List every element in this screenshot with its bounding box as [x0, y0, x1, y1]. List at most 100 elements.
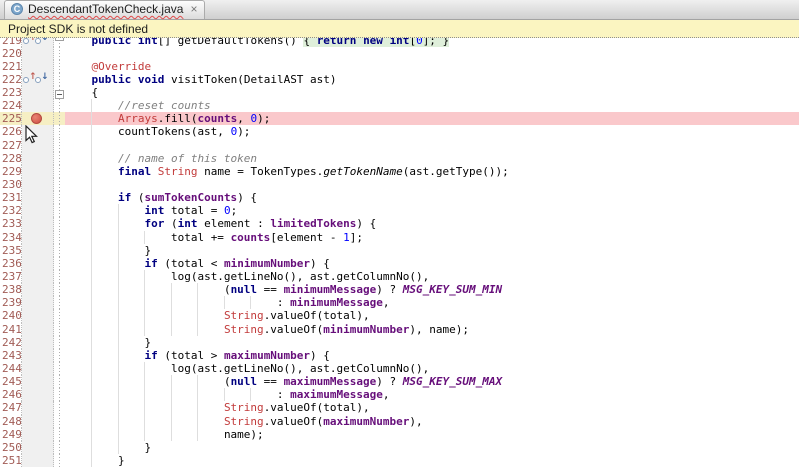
code-line[interactable]: 236if (total < minimumNumber) {	[0, 257, 799, 270]
code-text[interactable]	[65, 139, 799, 152]
code-line[interactable]: 234total += counts[element - 1];	[0, 231, 799, 244]
code-line[interactable]: 220	[0, 47, 799, 60]
code-text[interactable]: name);	[65, 428, 799, 441]
tab-descendanttokencheck[interactable]: C DescendantTokenCheck.java ×	[4, 0, 205, 19]
fold-strip[interactable]	[54, 217, 65, 230]
code-text[interactable]: String.valueOf(maximumNumber),	[65, 415, 799, 428]
code-line[interactable]: 230	[0, 178, 799, 191]
code-text[interactable]: }	[65, 441, 799, 454]
line-number[interactable]: 231	[0, 191, 22, 204]
breakpoint-icon[interactable]	[31, 113, 42, 124]
gutter-icon-strip[interactable]	[22, 362, 54, 375]
fold-collapse-icon[interactable]	[55, 90, 64, 99]
code-text[interactable]: public void visitToken(DetailAST ast)	[65, 73, 799, 86]
code-text[interactable]: String.valueOf(total),	[65, 401, 799, 414]
line-number[interactable]: 242	[0, 336, 22, 349]
fold-strip[interactable]	[54, 257, 65, 270]
code-editor[interactable]: 219↑↓public int[] getDefaultTokens() { r…	[0, 38, 799, 472]
code-line[interactable]: 244 log(ast.getLineNo(), ast.getColumnNo(…	[0, 362, 799, 375]
code-text[interactable]	[65, 178, 799, 191]
code-text[interactable]: String.valueOf(total),	[65, 309, 799, 322]
code-line[interactable]: 227	[0, 139, 799, 152]
code-text[interactable]: //reset counts	[65, 99, 799, 112]
fold-strip[interactable]	[54, 415, 65, 428]
code-text[interactable]: (null == maximumMessage) ? MSG_KEY_SUM_M…	[65, 375, 799, 388]
fold-strip[interactable]	[54, 231, 65, 244]
gutter-icon-strip[interactable]	[22, 349, 54, 362]
code-line[interactable]: 232int total = 0;	[0, 204, 799, 217]
line-number[interactable]: 235	[0, 244, 22, 257]
fold-strip[interactable]	[54, 99, 65, 112]
gutter-icon-strip[interactable]: ↑↓	[22, 38, 54, 47]
line-number[interactable]: 226	[0, 125, 22, 138]
code-text[interactable]: countTokens(ast, 0);	[65, 125, 799, 138]
fold-strip[interactable]	[54, 125, 65, 138]
line-number[interactable]: 238	[0, 283, 22, 296]
fold-strip[interactable]	[54, 428, 65, 441]
line-number[interactable]: 232	[0, 204, 22, 217]
gutter-icon-strip[interactable]	[22, 152, 54, 165]
gutter-icon-strip[interactable]	[22, 454, 54, 467]
line-number[interactable]: 222	[0, 73, 22, 86]
code-line[interactable]: 225Arrays.fill(counts, 0);	[0, 112, 799, 125]
line-number[interactable]: 243	[0, 349, 22, 362]
method-overridden-icon[interactable]: ↓	[35, 73, 47, 85]
code-line[interactable]: 251}	[0, 454, 799, 467]
code-text[interactable]: }	[65, 244, 799, 257]
code-line[interactable]: 243if (total > maximumNumber) {	[0, 349, 799, 362]
code-line[interactable]: 239 : minimumMessage,	[0, 296, 799, 309]
code-line[interactable]: 221@Override	[0, 60, 799, 73]
code-line[interactable]: 229final String name = TokenTypes.getTok…	[0, 165, 799, 178]
line-number[interactable]: 224	[0, 99, 22, 112]
fold-strip[interactable]	[54, 191, 65, 204]
code-line[interactable]: 249name);	[0, 428, 799, 441]
fold-strip[interactable]	[54, 323, 65, 336]
gutter-icon-strip[interactable]	[22, 47, 54, 60]
line-number[interactable]: 246	[0, 388, 22, 401]
gutter-icon-strip[interactable]	[22, 441, 54, 454]
code-text[interactable]: : minimumMessage,	[65, 296, 799, 309]
line-number[interactable]: 244	[0, 362, 22, 375]
fold-strip[interactable]	[54, 401, 65, 414]
fold-strip[interactable]	[54, 73, 65, 86]
code-line[interactable]: 233for (int element : limitedTokens) {	[0, 217, 799, 230]
line-number[interactable]: 239	[0, 296, 22, 309]
gutter-icon-strip[interactable]	[22, 283, 54, 296]
fold-strip[interactable]	[54, 309, 65, 322]
gutter-icon-strip[interactable]	[22, 86, 54, 99]
line-number[interactable]: 245	[0, 375, 22, 388]
gutter-icon-strip[interactable]: ↑↓	[22, 73, 54, 86]
fold-strip[interactable]	[54, 152, 65, 165]
fold-strip[interactable]	[54, 165, 65, 178]
code-line[interactable]: 248String.valueOf(maximumNumber),	[0, 415, 799, 428]
fold-strip[interactable]	[54, 86, 65, 99]
gutter-icon-strip[interactable]	[22, 165, 54, 178]
gutter-icon-strip[interactable]	[22, 296, 54, 309]
code-line[interactable]: 224 //reset counts	[0, 99, 799, 112]
code-text[interactable]: log(ast.getLineNo(), ast.getColumnNo(),	[65, 270, 799, 283]
gutter-icon-strip[interactable]	[22, 60, 54, 73]
gutter-icon-strip[interactable]	[22, 231, 54, 244]
code-text[interactable]: Arrays.fill(counts, 0);	[65, 112, 799, 125]
fold-strip[interactable]	[54, 270, 65, 283]
fold-strip[interactable]	[54, 47, 65, 60]
code-line[interactable]: 222↑↓ public void visitToken(DetailAST as…	[0, 73, 799, 86]
gutter-icon-strip[interactable]	[22, 323, 54, 336]
code-line[interactable]: 231 if (sumTokenCounts) {	[0, 191, 799, 204]
code-text[interactable]: if (sumTokenCounts) {	[65, 191, 799, 204]
gutter-icon-strip[interactable]	[22, 428, 54, 441]
gutter-icon-strip[interactable]	[22, 336, 54, 349]
code-text[interactable]: if (total < minimumNumber) {	[65, 257, 799, 270]
line-number[interactable]: 234	[0, 231, 22, 244]
line-number[interactable]: 241	[0, 323, 22, 336]
code-text[interactable]: String.valueOf(minimumNumber), name);	[65, 323, 799, 336]
code-text[interactable]: : maximumMessage,	[65, 388, 799, 401]
code-text[interactable]: log(ast.getLineNo(), ast.getColumnNo(),	[65, 362, 799, 375]
fold-strip[interactable]	[54, 38, 65, 47]
line-number[interactable]: 247	[0, 401, 22, 414]
fold-marker-icon[interactable]	[55, 38, 64, 41]
fold-strip[interactable]	[54, 244, 65, 257]
line-number[interactable]: 240	[0, 309, 22, 322]
code-text[interactable]: (null == minimumMessage) ? MSG_KEY_SUM_M…	[65, 283, 799, 296]
gutter-icon-strip[interactable]	[22, 415, 54, 428]
